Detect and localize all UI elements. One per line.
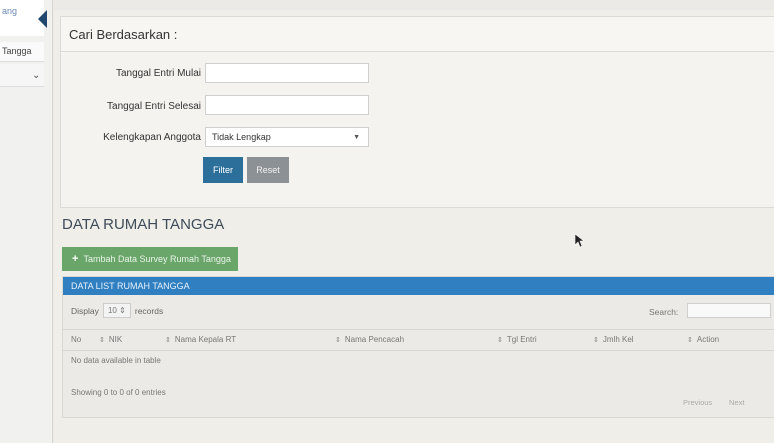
sort-icon: ⇕ xyxy=(335,337,341,344)
data-table-card: DATA LIST RUMAH TANGGA Display 10 ⇕ reco… xyxy=(62,276,774,418)
column-header-jmlh-kel[interactable]: ⇕ Jmlh Kel xyxy=(593,335,634,344)
pagination-previous[interactable]: Previous xyxy=(683,398,712,407)
filter-panel-title: Cari Berdasarkan : xyxy=(61,17,774,52)
column-header-nik[interactable]: ⇕ NIK xyxy=(99,335,122,344)
sidebar-item-1[interactable]: ang xyxy=(2,6,17,16)
kelengkapan-label: Kelengkapan Anggota xyxy=(103,132,201,143)
display-label: Display xyxy=(71,305,99,316)
filter-button[interactable]: Filter xyxy=(203,157,243,183)
entries-info: Showing 0 to 0 of 0 entries xyxy=(71,388,166,397)
caret-down-icon: ▼ xyxy=(353,134,360,141)
sort-icon: ⇕ xyxy=(687,337,693,344)
reset-button[interactable]: Reset xyxy=(247,157,289,183)
column-header-tgl-entri[interactable]: ⇕ Tgl Entri xyxy=(497,335,537,344)
tanggal-selesai-label: Tanggal Entri Selesai xyxy=(107,101,201,112)
tanggal-mulai-label: Tanggal Entri Mulai xyxy=(115,68,201,79)
pagination-next[interactable]: Next xyxy=(729,398,744,407)
add-survey-button[interactable]: + Tambah Data Survey Rumah Tangga xyxy=(62,247,238,271)
display-length-control: Display 10 ⇕ records xyxy=(71,303,163,318)
add-survey-label: Tambah Data Survey Rumah Tangga xyxy=(83,254,231,264)
table-title-bar: DATA LIST RUMAH TANGGA xyxy=(63,277,774,295)
empty-table-message: No data available in table xyxy=(71,356,161,365)
column-header-nama-kepala-rt[interactable]: ⇕ Nama Kepala RT xyxy=(165,335,236,344)
plus-icon: + xyxy=(72,253,79,265)
display-length-select[interactable]: 10 ⇕ xyxy=(102,303,131,318)
collapse-arrow-icon[interactable] xyxy=(38,10,47,28)
column-header-nama-pencacah[interactable]: ⇕ Nama Pencacah xyxy=(335,335,404,344)
column-header-no[interactable]: No xyxy=(71,335,81,344)
sort-icon: ⇕ xyxy=(497,337,503,344)
sidebar: ang Tangga ⌄ xyxy=(0,0,53,443)
kelengkapan-select[interactable]: Tidak Lengkap ▼ xyxy=(205,127,369,147)
sidebar-item-label: Tangga xyxy=(2,46,32,56)
filter-panel: Cari Berdasarkan : Tanggal Entri Mulai T… xyxy=(60,16,774,208)
display-length-value: 10 xyxy=(107,306,117,315)
sort-icon: ⇕ xyxy=(99,337,105,344)
search-input[interactable] xyxy=(687,303,771,318)
table-header-row: No ⇕ NIK ⇕ Nama Kepala RT ⇕ Nama Pencacah ⇕… xyxy=(63,329,774,351)
section-title: DATA RUMAH TANGGA xyxy=(62,216,225,233)
column-header-action[interactable]: ⇕ Action xyxy=(687,335,719,344)
search-label: Search: xyxy=(649,307,679,317)
kelengkapan-value: Tidak Lengkap xyxy=(212,132,271,142)
tanggal-mulai-input[interactable] xyxy=(205,63,369,83)
chevron-down-icon[interactable]: ⌄ xyxy=(32,70,40,81)
sort-icon: ⇕ xyxy=(165,337,171,344)
sidebar-item-rumah-tangga[interactable]: Tangga xyxy=(0,42,44,62)
tanggal-selesai-input[interactable] xyxy=(205,95,369,115)
sort-icon: ⇕ xyxy=(593,337,599,344)
mouse-cursor-icon xyxy=(575,234,585,248)
main-content: Cari Berdasarkan : Tanggal Entri Mulai T… xyxy=(54,10,774,443)
records-label: records xyxy=(134,305,164,316)
